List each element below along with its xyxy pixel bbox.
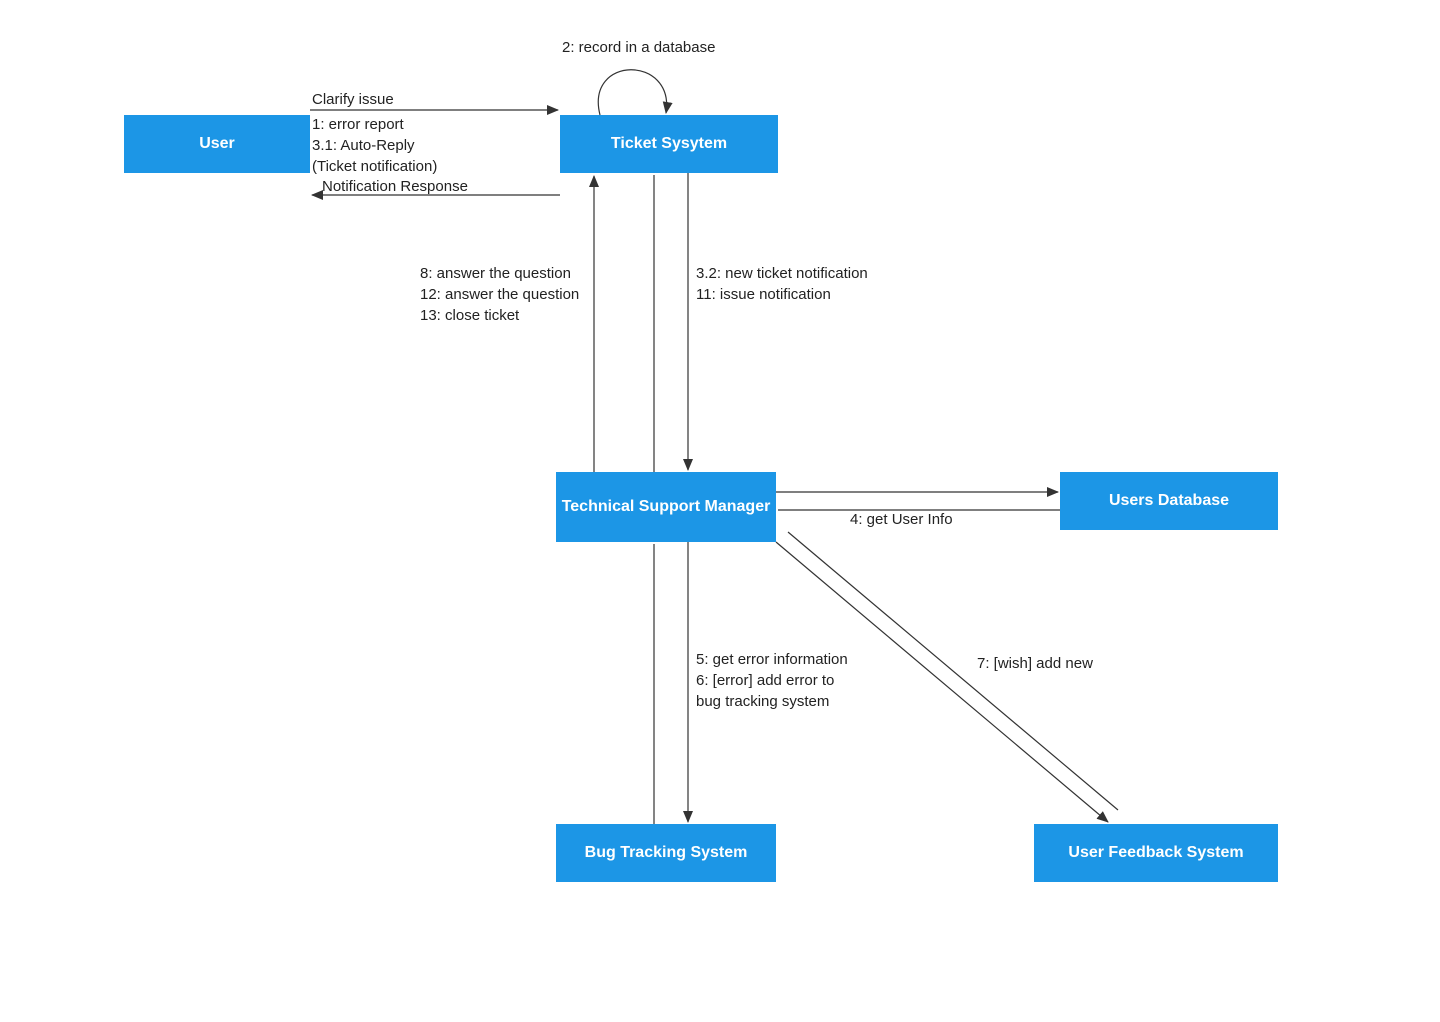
node-bug-tracking-label: Bug Tracking System [585,843,748,862]
label-auto-reply-2: (Ticket notification) [312,157,437,177]
label-get-error-2: 6: [error] add error to [696,671,834,691]
label-new-ticket-1: 3.2: new ticket notification [696,264,868,284]
node-tech-support-label: Technical Support Manager [562,497,771,516]
node-bug-tracking: Bug Tracking System [556,824,776,882]
node-ticket-system: Ticket Sysytem [560,115,778,173]
label-wish-add-new: 7: [wish] add new [977,654,1093,674]
node-tech-support: Technical Support Manager [556,472,776,542]
label-auto-reply-1: 3.1: Auto-Reply [312,136,415,156]
label-new-ticket-2: 11: issue notification [696,285,831,305]
label-answer-1: 8: answer the question [420,264,571,284]
node-users-db: Users Database [1060,472,1278,530]
label-get-error-1: 5: get error information [696,650,848,670]
node-user: User [124,115,310,173]
label-clarify-issue: Clarify issue [312,90,394,110]
label-get-user-info: 4: get User Info [850,510,953,530]
node-ticket-system-label: Ticket Sysytem [611,134,727,153]
label-get-error-3: bug tracking system [696,692,829,712]
label-answer-3: 13: close ticket [420,306,519,326]
label-answer-2: 12: answer the question [420,285,579,305]
node-user-label: User [199,134,235,153]
node-user-feedback: User Feedback System [1034,824,1278,882]
label-record-db: 2: record in a database [562,38,715,58]
node-user-feedback-label: User Feedback System [1068,843,1243,862]
label-notification-response: Notification Response [322,177,468,197]
diagram-canvas: User Ticket Sysytem Technical Support Ma… [0,0,1440,1022]
node-users-db-label: Users Database [1109,491,1229,510]
label-error-report: 1: error report [312,115,404,135]
